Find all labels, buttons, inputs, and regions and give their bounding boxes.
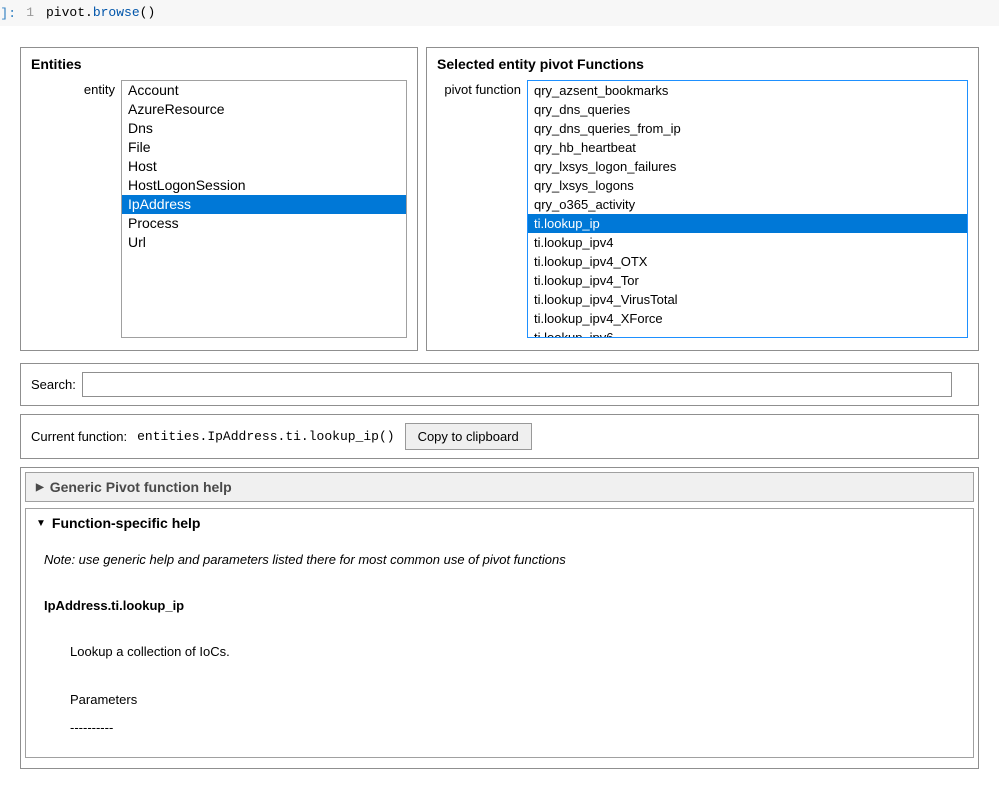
entities-list-item[interactable]: Url [122,233,406,252]
functions-list-item[interactable]: qry_lxsys_logons [528,176,967,195]
search-label: Search: [31,377,76,392]
entities-listbox[interactable]: AccountAzureResourceDnsFileHostHostLogon… [121,80,407,338]
specific-help-content: Note: use generic help and parameters li… [26,537,973,757]
code-token-dot: . [85,5,93,20]
entities-list-item[interactable]: Account [122,81,406,100]
search-input[interactable] [82,372,952,397]
help-function-description: Lookup a collection of IoCs. [70,641,955,663]
entities-list-item[interactable]: Process [122,214,406,233]
functions-listbox[interactable]: qry_azsent_bookmarksqry_dns_queriesqry_d… [527,80,968,338]
entities-list-item[interactable]: Host [122,157,406,176]
generic-help-accordion: ▶ Generic Pivot function help [25,472,974,502]
code-input[interactable]: pivot.browse() [40,0,999,26]
entities-list-item[interactable]: IpAddress [122,195,406,214]
help-container: ▶ Generic Pivot function help ▼ Function… [20,467,979,769]
functions-list-item[interactable]: ti.lookup_ipv4_XForce [528,309,967,328]
specific-help-title: Function-specific help [52,515,201,531]
functions-list-item[interactable]: qry_azsent_bookmarks [528,81,967,100]
functions-list-item[interactable]: qry_lxsys_logon_failures [528,157,967,176]
help-parameters-underline: ---------- [70,717,955,739]
current-function-section: Current function: entities.IpAddress.ti.… [20,414,979,459]
functions-list-item[interactable]: qry_hb_heartbeat [528,138,967,157]
entities-list-item[interactable]: AzureResource [122,100,406,119]
help-parameters-heading: Parameters [70,689,955,711]
entities-list-item[interactable]: Dns [122,119,406,138]
generic-help-toggle[interactable]: ▶ Generic Pivot function help [26,473,973,501]
prompt-label: ]: [0,0,20,26]
functions-list-item[interactable]: qry_o365_activity [528,195,967,214]
functions-list-item[interactable]: ti.lookup_ipv4_VirusTotal [528,290,967,309]
code-token-parens: () [140,5,156,20]
entities-list-item[interactable]: File [122,138,406,157]
functions-list-item[interactable]: ti.lookup_ipv4_Tor [528,271,967,290]
caret-right-icon: ▶ [36,482,44,493]
functions-list-item[interactable]: qry_dns_queries_from_ip [528,119,967,138]
code-token-object: pivot [46,5,85,20]
entities-panel-title: Entities [31,56,407,72]
help-function-title: IpAddress.ti.lookup_ip [44,595,955,617]
search-section: Search: [20,363,979,406]
entities-panel: Entities entity AccountAzureResourceDnsF… [20,47,418,351]
copy-to-clipboard-button[interactable]: Copy to clipboard [405,423,532,450]
entities-list-item[interactable]: HostLogonSession [122,176,406,195]
code-token-function: browse [93,5,140,20]
current-function-label: Current function: [31,429,127,444]
functions-panel-label: pivot function [437,80,527,97]
generic-help-title: Generic Pivot function help [50,479,232,495]
functions-list-item[interactable]: ti.lookup_ip [528,214,967,233]
entities-panel-label: entity [31,80,121,97]
functions-list-item[interactable]: ti.lookup_ipv4 [528,233,967,252]
functions-panel: Selected entity pivot Functions pivot fu… [426,47,979,351]
functions-list-item[interactable]: ti.lookup_ipv6 [528,328,967,338]
current-function-path: entities.IpAddress.ti.lookup_ip() [137,429,394,444]
functions-panel-title: Selected entity pivot Functions [437,56,968,72]
code-line-number: 1 [20,0,40,26]
caret-down-icon: ▼ [36,518,46,529]
functions-list-item[interactable]: ti.lookup_ipv4_OTX [528,252,967,271]
help-note: Note: use generic help and parameters li… [44,549,955,571]
code-cell: ]: 1 pivot.browse() [0,0,999,27]
specific-help-accordion: ▼ Function-specific help Note: use gener… [25,508,974,758]
specific-help-toggle[interactable]: ▼ Function-specific help [26,509,973,537]
functions-list-item[interactable]: qry_dns_queries [528,100,967,119]
